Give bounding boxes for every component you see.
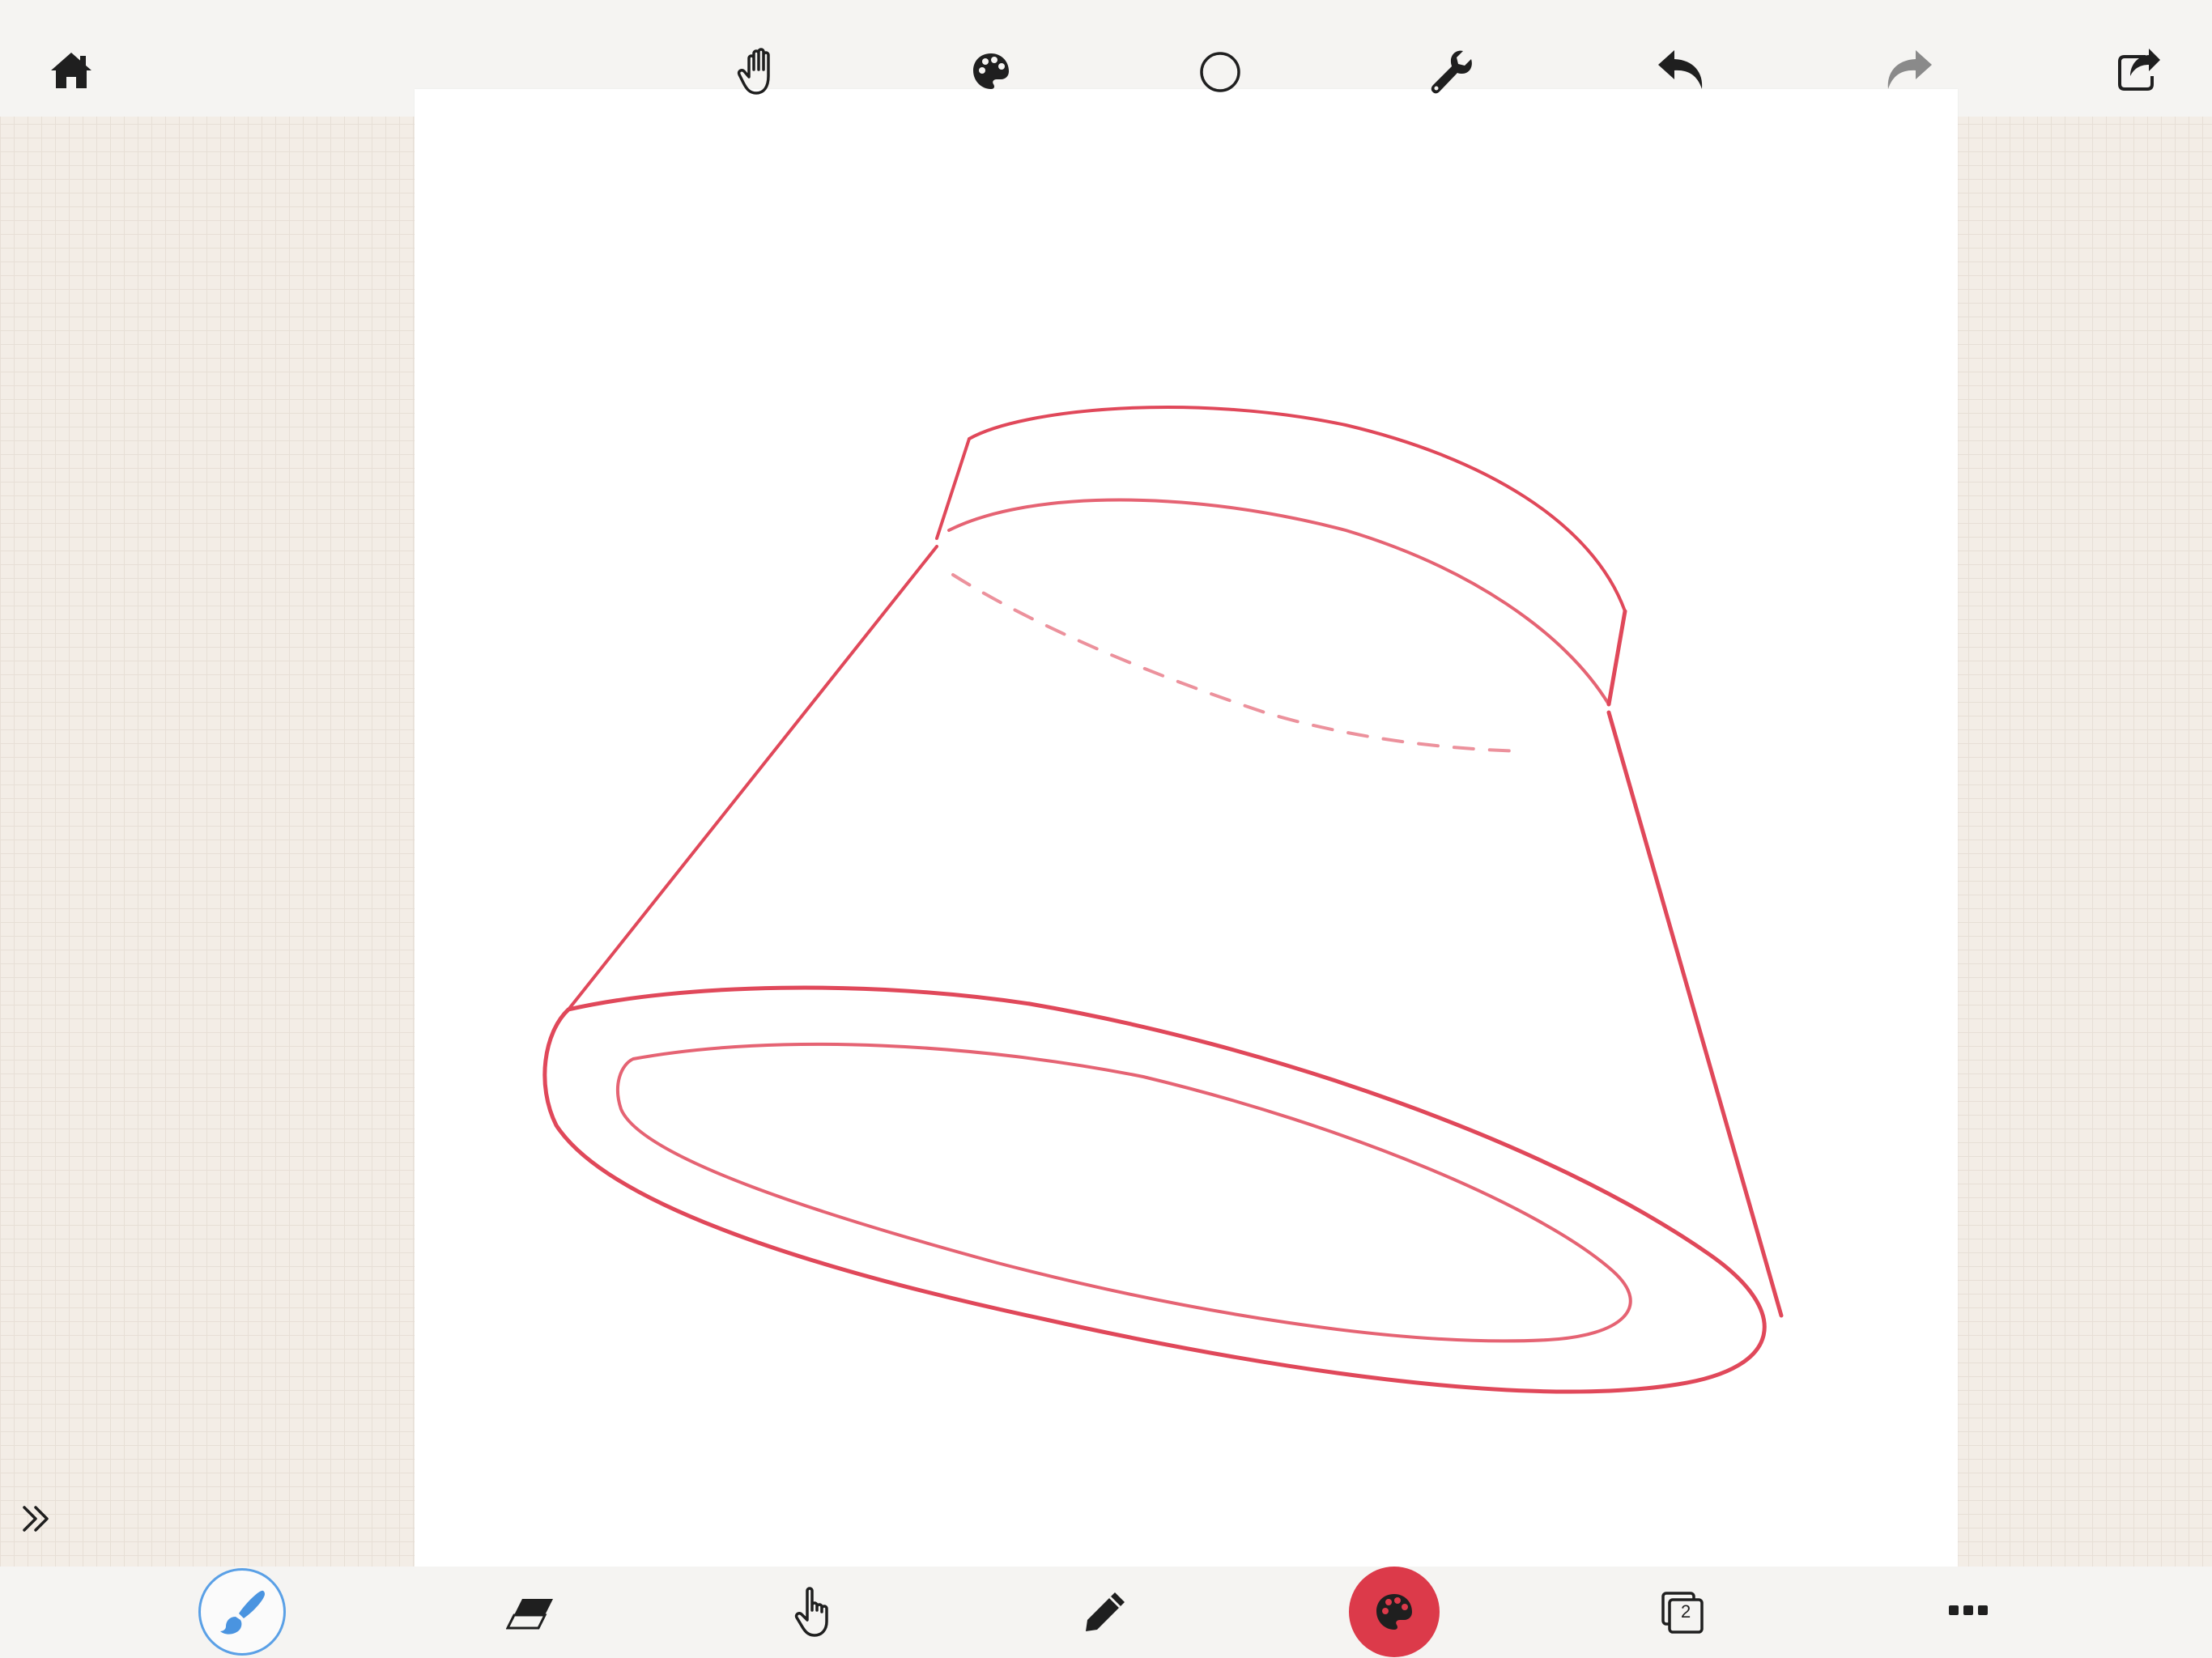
palette-icon	[973, 53, 1009, 89]
settings-button[interactable]	[1427, 47, 1477, 97]
paintbrush-icon	[220, 1590, 265, 1635]
wrench-icon	[1431, 50, 1472, 94]
palette-icon	[1376, 1594, 1412, 1630]
share-button[interactable]	[2115, 45, 2163, 94]
sketch-drawing	[542, 406, 1784, 1394]
ellipsis-icon	[1949, 1605, 1988, 1615]
eraser-button[interactable]	[504, 1591, 557, 1636]
share-icon	[2118, 49, 2160, 91]
pointer-hand-icon	[794, 1587, 828, 1637]
layers-button[interactable]: 2	[1658, 1588, 1707, 1637]
redo-button[interactable]	[1883, 47, 1935, 92]
redo-arrow-icon	[1887, 50, 1932, 89]
shape-button[interactable]	[1197, 49, 1244, 96]
brush-button[interactable]	[198, 1568, 286, 1656]
pencil-icon	[1086, 1592, 1125, 1631]
pan-button[interactable]	[733, 45, 785, 98]
layer-count-label: 2	[1681, 1601, 1691, 1622]
drawing-canvas[interactable]	[415, 89, 1958, 1567]
color-button[interactable]	[1349, 1567, 1440, 1657]
sidebar-expand-button[interactable]	[18, 1503, 55, 1535]
home-button[interactable]	[45, 47, 97, 94]
more-button[interactable]	[1946, 1601, 1990, 1619]
hand-icon	[737, 48, 770, 95]
touch-button[interactable]	[790, 1584, 844, 1639]
undo-button[interactable]	[1655, 47, 1707, 92]
house-icon	[51, 53, 91, 88]
undo-arrow-icon	[1658, 50, 1703, 89]
palette-button[interactable]	[967, 47, 1015, 96]
eraser-icon	[506, 1599, 553, 1630]
pencil-button[interactable]	[1080, 1587, 1130, 1637]
circle-icon	[1200, 52, 1240, 92]
double-chevron-right-icon	[23, 1506, 49, 1532]
